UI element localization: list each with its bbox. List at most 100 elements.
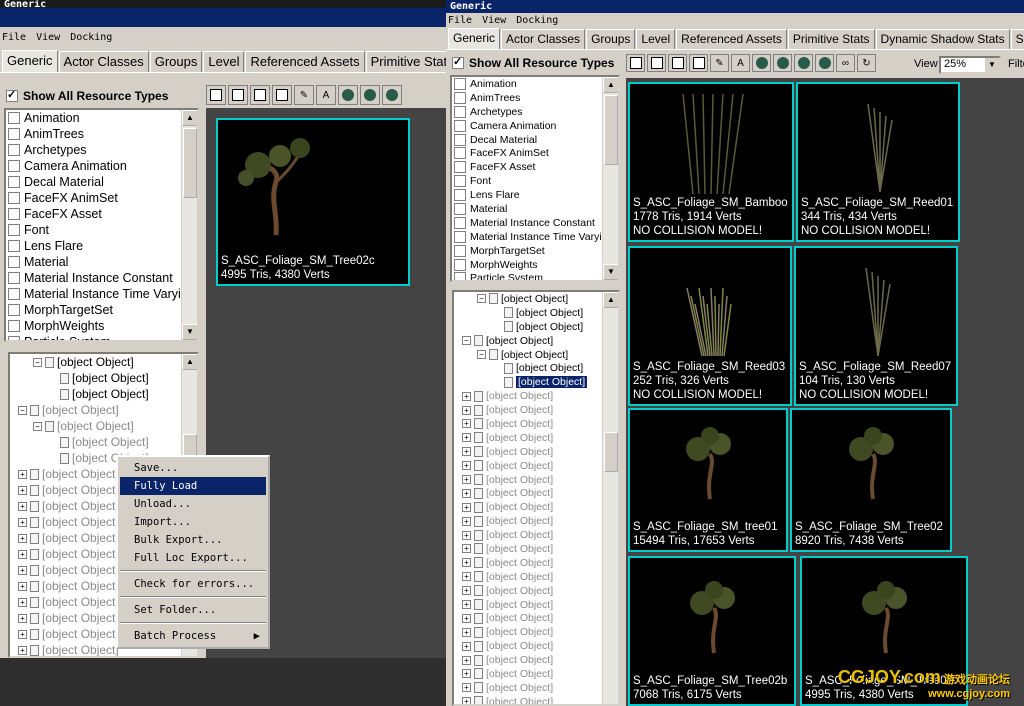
tree-node[interactable]: − [object Object] [454, 334, 618, 348]
tree-node[interactable]: + [object Object] [454, 417, 618, 431]
type-checkbox[interactable] [454, 230, 466, 243]
type-checkbox[interactable] [454, 244, 466, 257]
expand-icon[interactable]: + [462, 627, 471, 637]
context-menu-item[interactable]: Fully Load [120, 477, 266, 495]
collapse-icon[interactable]: − [477, 350, 486, 359]
show-all-types[interactable]: Show All Resource Types [0, 84, 200, 108]
list-item[interactable]: MorphTargetSet [452, 244, 618, 258]
type-checkbox[interactable] [8, 256, 20, 268]
tree-node[interactable]: + [object Object] [454, 639, 618, 653]
tree-node[interactable]: − [object Object] [10, 354, 197, 370]
tree-node[interactable]: + [object Object] [454, 486, 618, 500]
tree-node[interactable]: − [object Object] [10, 402, 197, 418]
expand-icon[interactable]: + [462, 697, 471, 704]
tree-node[interactable]: + [object Object] [454, 500, 618, 514]
collapse-icon[interactable]: − [33, 357, 42, 367]
wand-icon[interactable]: ✎ [294, 85, 314, 105]
refresh-icon[interactable]: ↻ [857, 54, 876, 72]
type-checkbox[interactable] [8, 304, 20, 316]
list-item[interactable]: Font [6, 222, 197, 238]
type-checkbox[interactable] [454, 258, 466, 271]
tree-node[interactable]: + [object Object] [454, 459, 618, 473]
scroll-thumb[interactable] [604, 432, 618, 472]
collapse-icon[interactable]: − [18, 405, 27, 415]
expand-icon[interactable]: + [462, 544, 471, 554]
context-menu-item[interactable]: Unload... [120, 495, 266, 513]
list-item[interactable]: FaceFX AnimSet [452, 146, 618, 160]
context-menu-item[interactable]: Save... [120, 459, 266, 477]
tree-node[interactable]: + [object Object] [454, 445, 618, 459]
tree-node[interactable]: + [object Object] [454, 695, 618, 704]
type-checkbox[interactable] [8, 160, 20, 172]
tree-node[interactable]: + [object Object] [454, 431, 618, 445]
cylinder-icon[interactable] [794, 54, 813, 72]
context-menu-item[interactable]: Import... [120, 513, 266, 531]
type-checkbox[interactable] [8, 272, 20, 284]
context-menu-item[interactable]: Set Folder... [120, 601, 266, 619]
type-checkbox[interactable] [8, 288, 20, 300]
tree-node[interactable]: + [object Object] [454, 528, 618, 542]
menu-file[interactable]: File [2, 27, 26, 49]
expand-icon[interactable]: + [462, 641, 471, 651]
expand-icon[interactable]: + [462, 447, 471, 457]
cube-icon[interactable] [773, 54, 792, 72]
list-item[interactable]: Decal Material [452, 133, 618, 147]
list-item[interactable]: Font [452, 174, 618, 188]
expand-icon[interactable]: + [462, 530, 471, 540]
list-item[interactable]: Archetypes [452, 105, 618, 119]
scroll-down-icon[interactable]: ▼ [603, 264, 618, 280]
expand-icon[interactable]: + [462, 488, 471, 498]
expand-icon[interactable]: + [18, 565, 27, 575]
tile-view-icon[interactable] [272, 85, 292, 105]
expand-icon[interactable]: + [18, 501, 27, 511]
list-view-icon[interactable] [206, 85, 226, 105]
expand-icon[interactable]: + [462, 419, 471, 429]
expand-icon[interactable]: + [462, 655, 471, 665]
tree-node[interactable]: + [object Object] [454, 667, 618, 681]
expand-icon[interactable]: + [462, 683, 471, 693]
expand-icon[interactable]: + [18, 485, 27, 495]
scroll-up-icon[interactable]: ▲ [182, 354, 197, 370]
tree-node[interactable]: [object Object] [10, 386, 197, 402]
type-checkbox[interactable] [454, 175, 466, 188]
tab-level[interactable]: Level [203, 51, 245, 72]
list-item[interactable]: Camera Animation [452, 119, 618, 133]
context-menu-item[interactable]: Batch Process ▶ [120, 627, 266, 645]
tree-node[interactable]: + [object Object] [454, 556, 618, 570]
tab-actor-classes[interactable]: Actor Classes [58, 51, 149, 72]
menu-view[interactable]: View [36, 27, 60, 49]
tree-node[interactable]: + [object Object] [454, 389, 618, 403]
tab-primitive-stats[interactable]: Primitive Stats [365, 51, 446, 72]
collapse-icon[interactable]: − [477, 294, 486, 304]
list-item[interactable]: Decal Material [6, 174, 197, 190]
expand-icon[interactable]: + [18, 549, 27, 559]
tab-level[interactable]: Level [636, 29, 676, 49]
menu-docking[interactable]: Docking [516, 13, 558, 29]
scroll-thumb[interactable] [183, 128, 197, 198]
list-item[interactable]: Lens Flare [452, 188, 618, 202]
single-view-icon[interactable] [647, 54, 666, 72]
type-checkbox[interactable] [8, 208, 20, 220]
expand-icon[interactable]: + [18, 629, 27, 639]
asset-thumbnail[interactable]: S_ASC_Foliage_SM_Reed03 252 Tris, 326 Ver… [628, 246, 792, 406]
type-checkbox[interactable] [454, 147, 466, 160]
resource-type-list[interactable]: Animation AnimTrees Archetypes Camera Anima… [4, 108, 199, 342]
cylinder-icon[interactable] [382, 85, 402, 105]
expand-icon[interactable]: + [18, 469, 27, 479]
context-menu-item[interactable]: Check for errors... [120, 575, 266, 593]
expand-icon[interactable]: + [462, 586, 471, 596]
type-checkbox[interactable] [8, 176, 20, 188]
type-checkbox[interactable] [454, 161, 466, 174]
type-checkbox[interactable] [454, 77, 466, 90]
expand-icon[interactable]: + [18, 613, 27, 623]
asset-thumbnail[interactable]: S_ASC_Foliage_SM_tree01 15494 Tris, 17653… [628, 408, 788, 552]
tab-primitive-stats[interactable]: Primitive Stats [787, 29, 875, 49]
scroll-up-icon[interactable]: ▲ [182, 110, 197, 126]
expand-icon[interactable]: + [462, 613, 471, 623]
menu-docking[interactable]: Docking [70, 27, 112, 49]
list-item[interactable]: Material [452, 202, 618, 216]
type-checkbox[interactable] [8, 336, 20, 340]
menu-file[interactable]: File [448, 13, 472, 29]
list-item[interactable]: Animation [6, 110, 197, 126]
sphere-icon[interactable] [338, 85, 358, 105]
